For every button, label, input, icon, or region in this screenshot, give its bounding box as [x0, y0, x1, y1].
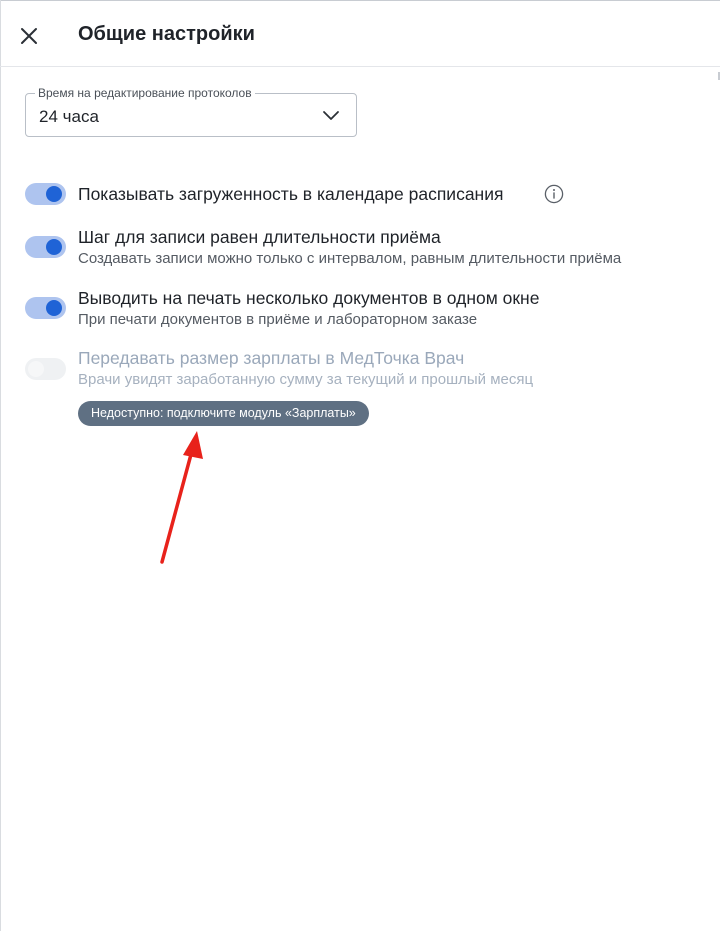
setting-subtitle: Создавать записи можно только с интервал… — [78, 250, 622, 267]
setting-title: Передавать размер зарплаты в МедТочка Вр… — [78, 348, 465, 368]
chevron-down-icon — [323, 111, 339, 120]
toggle-salary-transfer[interactable] — [25, 358, 66, 380]
protocol-edit-time-select[interactable]: Время на редактирование протоколов 24 ча… — [25, 87, 357, 137]
toggle-print-multiple-docs[interactable] — [25, 297, 66, 319]
toggle-show-calendar-load[interactable] — [25, 183, 66, 205]
toggle-knob — [28, 361, 44, 377]
unavailable-badge: Недоступно: подключите модуль «Зарплаты» — [78, 401, 369, 426]
select-label: Время на редактирование протоколов — [35, 87, 255, 99]
toggle-slot-step[interactable] — [25, 236, 66, 258]
page-title: Общие настройки — [78, 23, 255, 45]
setting-subtitle: Врачи увидят заработанную сумму за текущ… — [78, 371, 534, 388]
setting-subtitle: При печати документов в приёме и лаборат… — [78, 311, 478, 328]
setting-title: Шаг для записи равен длительности приёма — [78, 227, 441, 247]
info-icon[interactable] — [544, 184, 564, 204]
settings-page: Общие настройки Время на редактирование … — [0, 0, 720, 931]
toggle-knob — [46, 300, 62, 316]
panel-header: Общие настройки — [0, 5, 720, 67]
annotation-arrow-icon — [160, 431, 203, 564]
panel-left-border — [0, 0, 1, 931]
setting-title: Выводить на печать несколько документов … — [78, 288, 540, 308]
close-icon[interactable] — [18, 25, 40, 47]
toggle-knob — [46, 186, 62, 202]
select-value: 24 часа — [39, 107, 99, 126]
setting-title: Показывать загруженность в календаре рас… — [78, 184, 504, 204]
toggle-knob — [46, 239, 62, 255]
